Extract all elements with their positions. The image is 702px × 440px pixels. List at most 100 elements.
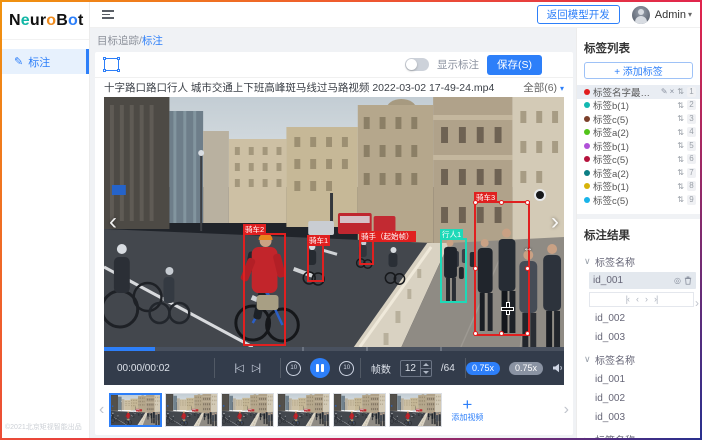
username[interactable]: Admin [655, 9, 686, 21]
label-row[interactable]: 标签b(1)⇅8 [577, 180, 700, 194]
label-row[interactable]: 标签名字最长数...✎×⇅1 [577, 85, 700, 99]
label-row[interactable]: 标签b(1)⇅5 [577, 139, 700, 153]
sort-icon[interactable]: ⇅ [677, 155, 684, 164]
label-row[interactable]: 标签a(2)⇅7 [577, 166, 700, 180]
chevron-down-icon: ▾ [560, 84, 564, 93]
sort-icon[interactable]: ⇅ [677, 101, 684, 110]
annotation-box[interactable]: 骑车1 [307, 244, 324, 282]
annotation-box[interactable]: 行人1 [440, 238, 467, 303]
frame-number-stepper[interactable]: 12 [400, 360, 432, 377]
rewind-10-button[interactable]: 10 [286, 361, 301, 376]
show-annotation-toggle[interactable] [405, 58, 429, 71]
label-row[interactable]: 标签c(5)⇅6 [577, 153, 700, 167]
frame-number-value[interactable]: 12 [401, 363, 420, 374]
video-canvas[interactable]: 骑车2骑车1骑手（起始帧）行人1骑车3 ↔ ‹ › [104, 97, 564, 347]
sort-icon[interactable]: ⇅ [677, 114, 684, 123]
resize-handle[interactable] [473, 331, 478, 336]
save-button[interactable]: 保存(S) [487, 55, 542, 75]
prev-frame-button[interactable]: |◁ [235, 363, 243, 374]
pager-last-icon[interactable]: ›| [654, 294, 657, 304]
video-thumbnail[interactable] [333, 393, 386, 427]
result-item[interactable]: id_002 [577, 309, 700, 328]
copyright-text: ©2021北京矩视智能出品 [2, 416, 89, 438]
sidebar-item-label: 标注 [28, 54, 50, 70]
filmstrip-prev-arrow[interactable]: ‹ [97, 401, 106, 419]
label-name: 标签b(1) [593, 98, 674, 112]
add-video-button[interactable]: + 添加视频 [445, 391, 489, 429]
next-frame-button[interactable]: ▷| [252, 363, 260, 374]
breadcrumb-parent[interactable]: 目标追踪 [97, 35, 139, 47]
next-video-arrow[interactable]: › [551, 212, 559, 232]
bbox-tool-button[interactable] [104, 58, 119, 71]
resize-handle[interactable] [525, 266, 530, 271]
speed-pill-active[interactable]: 0.75x [466, 362, 500, 375]
sort-icon[interactable]: ⇅ [677, 128, 684, 137]
result-group-header[interactable]: ∨标签名称 [577, 249, 700, 272]
pause-button[interactable] [310, 358, 330, 378]
filmstrip-next-arrow[interactable]: › [562, 401, 571, 419]
frame-up-icon[interactable] [421, 361, 431, 368]
panel-expand-icon[interactable]: › [695, 296, 699, 310]
label-row[interactable]: 标签c(5)⇅9 [577, 193, 700, 207]
resize-handle[interactable] [473, 200, 478, 205]
resize-handle[interactable] [499, 200, 504, 205]
result-group-header[interactable]: ›标签名称 [577, 427, 700, 439]
result-group-header[interactable]: ∨标签名称 [577, 347, 700, 370]
sort-icon[interactable]: ⇅ [677, 87, 684, 96]
video-thumbnail[interactable] [277, 393, 330, 427]
annotation-box[interactable]: 骑车2 [243, 233, 286, 346]
video-progress-bar[interactable] [104, 347, 564, 351]
video-filter-dropdown[interactable]: 全部(6) ▾ [523, 80, 564, 95]
pager-next-icon[interactable]: › [645, 294, 647, 304]
forward-10-button[interactable]: 10 [339, 361, 354, 376]
sidebar-item-annotate[interactable]: ✎ 标注 [2, 49, 89, 74]
label-row[interactable]: 标签b(1)⇅2 [577, 99, 700, 113]
result-item[interactable]: id_003 [577, 328, 700, 347]
resize-handle[interactable] [525, 331, 530, 336]
plus-icon: + [462, 397, 472, 412]
label-list-title: 标签列表 [584, 40, 693, 56]
video-thumbnail[interactable] [389, 393, 442, 427]
avatar[interactable] [632, 6, 650, 24]
result-item[interactable]: id_002 [577, 389, 700, 408]
chevron-down-icon: ▾ [688, 10, 692, 19]
menu-collapse-icon[interactable] [102, 10, 114, 19]
label-row[interactable]: 标签c(5)⇅3 [577, 112, 700, 126]
delete-icon[interactable] [684, 276, 692, 285]
speed-pill-inactive[interactable]: 0.75x [509, 362, 543, 375]
pager-first-icon[interactable]: |‹ [626, 294, 629, 304]
result-item[interactable]: id_003 [577, 408, 700, 427]
visibility-icon[interactable]: ◎ [674, 276, 681, 285]
result-group-name: 标签名称 [595, 432, 635, 439]
back-to-model-dev-button[interactable]: 返回模型开发 [537, 5, 620, 24]
delete-label-icon[interactable]: × [670, 87, 675, 96]
annotation-overlay[interactable]: 骑车2 骑车1 骑手（起始帧） 行人1 骑车3 [104, 97, 564, 347]
label-order-badge: 8 [687, 181, 696, 191]
frame-total-label: /64 [441, 363, 455, 374]
sort-icon[interactable]: ⇅ [677, 182, 684, 191]
sort-icon[interactable]: ⇅ [677, 195, 684, 204]
edit-label-icon[interactable]: ✎ [661, 87, 668, 96]
add-label-button[interactable]: + 添加标签 [584, 62, 693, 79]
pager-prev-icon[interactable]: ‹ [636, 294, 638, 304]
annotation-box[interactable]: 骑车3 [474, 201, 530, 336]
resize-handle[interactable] [499, 331, 504, 336]
volume-icon[interactable] [552, 362, 564, 374]
sort-icon[interactable]: ⇅ [677, 141, 684, 150]
video-thumbnail[interactable] [165, 393, 218, 427]
prev-video-arrow[interactable]: ‹ [109, 212, 117, 232]
result-item[interactable]: id_001◎ [589, 272, 696, 289]
video-thumbnail[interactable] [109, 393, 162, 427]
chevron-down-icon: ∨ [584, 256, 591, 267]
video-thumbnail[interactable] [221, 393, 274, 427]
app-logo: NeuroBot [2, 2, 89, 40]
resize-handle[interactable] [473, 266, 478, 271]
frame-down-icon[interactable] [421, 368, 431, 376]
label-row[interactable]: 标签a(2)⇅4 [577, 126, 700, 140]
annotation-box[interactable]: 骑手（起始帧） [359, 240, 374, 265]
label-name: 标签名字最长数... [593, 85, 658, 99]
sort-icon[interactable]: ⇅ [677, 168, 684, 177]
resize-handle[interactable] [525, 200, 530, 205]
label-order-badge: 5 [687, 141, 696, 151]
result-item[interactable]: id_001 [577, 370, 700, 389]
